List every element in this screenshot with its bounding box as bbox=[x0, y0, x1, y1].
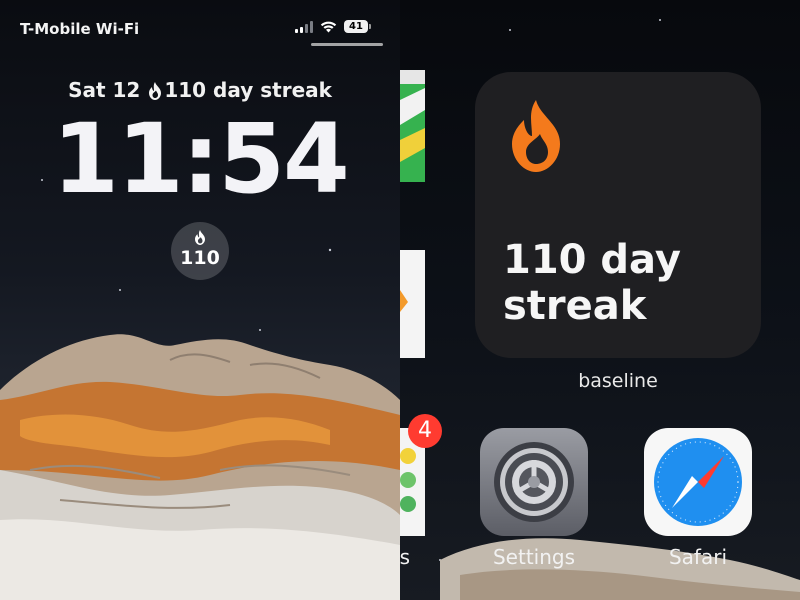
star-icon bbox=[400, 250, 425, 358]
wifi-icon bbox=[320, 21, 337, 32]
flame-icon bbox=[149, 82, 162, 100]
settings-app-icon[interactable] bbox=[480, 428, 588, 536]
streak-label: 110 day streak bbox=[164, 78, 332, 102]
streak-widget-line2: streak bbox=[503, 283, 647, 329]
streak-widget-line1: 110 day bbox=[503, 237, 681, 283]
status-bar-indicator bbox=[311, 43, 383, 46]
notification-badge: 4 bbox=[408, 414, 442, 448]
date-streak-row: Sat 12 110 day streak bbox=[0, 78, 400, 102]
home-screen: 4 s 110 day streak baseline Settings Saf… bbox=[400, 0, 800, 600]
lock-screen: T-Mobile Wi-Fi 41 Sat 12 110 day streak 1… bbox=[0, 0, 400, 600]
settings-app-label: Settings bbox=[492, 545, 576, 569]
safari-app-label: Safari bbox=[668, 545, 728, 569]
status-icons: 41 bbox=[295, 20, 371, 33]
date-label: Sat 12 bbox=[68, 78, 141, 102]
flame-icon bbox=[195, 230, 205, 245]
widget-label: baseline bbox=[578, 370, 658, 392]
map-icon bbox=[400, 70, 425, 182]
battery-icon: 41 bbox=[344, 20, 371, 33]
clock: 11:54 bbox=[52, 103, 350, 215]
compass-icon bbox=[654, 438, 742, 526]
flame-icon bbox=[512, 100, 560, 172]
streak-widget[interactable]: 110 day streak bbox=[475, 72, 761, 358]
streak-count: 110 bbox=[180, 247, 220, 269]
partial-app-icon[interactable] bbox=[400, 250, 425, 358]
cellular-signal-icon bbox=[295, 20, 313, 33]
streak-circle-widget[interactable]: 110 bbox=[171, 222, 229, 280]
safari-app-icon[interactable] bbox=[644, 428, 752, 536]
carrier-label: T-Mobile Wi-Fi bbox=[20, 20, 140, 38]
streak-widget-text: 110 day streak bbox=[503, 237, 753, 329]
maps-app-partial-icon[interactable] bbox=[400, 70, 425, 182]
gear-icon bbox=[494, 442, 574, 522]
partial-app-label: s bbox=[400, 545, 410, 569]
